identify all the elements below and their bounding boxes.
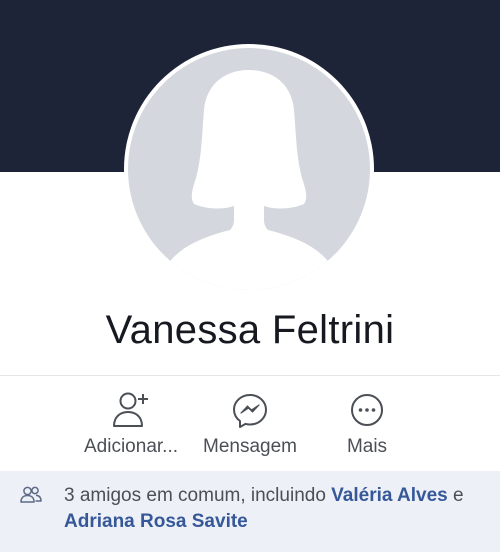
messenger-icon <box>233 394 267 428</box>
profile-page: Vanessa Feltrini Adicionar... Mensagem M… <box>0 0 500 552</box>
avatar <box>128 48 370 290</box>
add-friend-label: Adicionar... <box>84 436 178 457</box>
friends-icon <box>20 486 42 503</box>
default-female-silhouette-icon <box>158 70 340 290</box>
profile-name: Vanessa Feltrini <box>105 308 395 352</box>
more-label: Mais <box>346 436 388 457</box>
mutual-friends-banner[interactable]: 3 amigos em comum, incluindo Valéria Alv… <box>0 471 500 552</box>
mutual-friends-text: 3 amigos em comum, incluindo Valéria Alv… <box>64 483 484 535</box>
friend-link-adriana[interactable]: Adriana Rosa Savite <box>64 511 248 532</box>
profile-actions: Adicionar... Mensagem Mais <box>0 388 500 463</box>
mutual-friends-prefix: 3 amigos em comum, incluindo <box>64 485 332 506</box>
message-label: Mensagem <box>203 436 297 457</box>
message-button[interactable]: Mensagem <box>193 388 307 463</box>
more-button[interactable]: Mais <box>330 388 404 463</box>
add-friend-icon <box>113 392 148 427</box>
friend-link-valeria[interactable]: Valéria Alves <box>331 485 448 506</box>
add-friend-button[interactable]: Adicionar... <box>72 388 190 463</box>
divider <box>0 375 500 376</box>
profile-picture[interactable] <box>124 44 374 294</box>
more-icon <box>351 394 383 426</box>
mutual-friends-connector: e <box>447 485 464 506</box>
